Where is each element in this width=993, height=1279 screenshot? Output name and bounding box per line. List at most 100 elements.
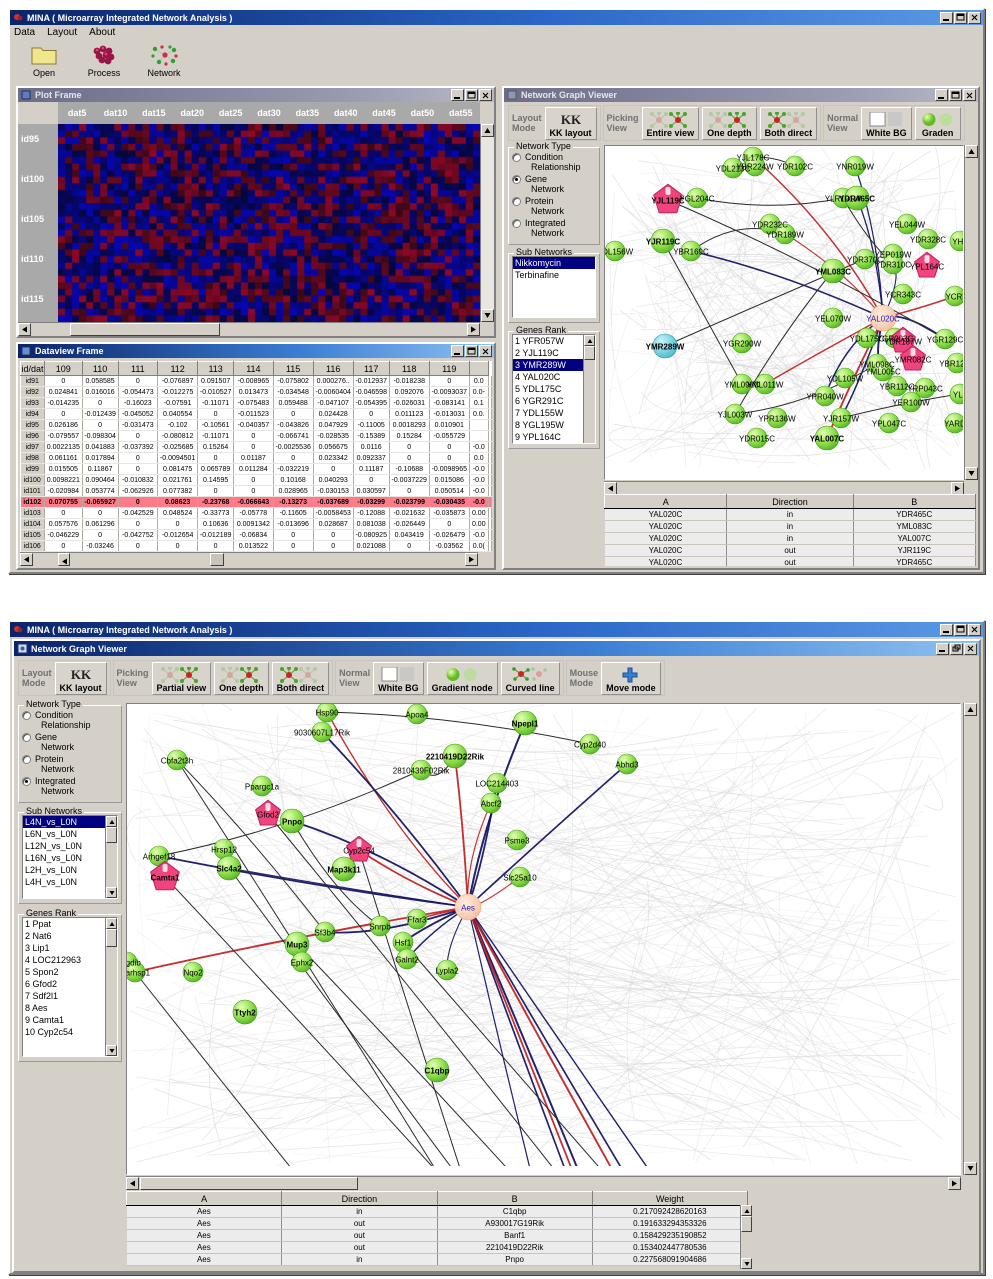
- ngv-bottom-vscroll-down[interactable]: [964, 1162, 977, 1175]
- dataview-cell[interactable]: 0: [118, 430, 159, 442]
- dataview-cell[interactable]: 0.021088: [353, 540, 390, 552]
- dataview-cell[interactable]: 0: [313, 529, 354, 541]
- dataview-row-label[interactable]: id96: [20, 430, 45, 442]
- table-row[interactable]: Aes in Pnpo 0.227568091904686: [126, 1253, 748, 1266]
- dataview-cell[interactable]: -0.013031: [429, 408, 470, 420]
- table-row[interactable]: id91 0 0.058585 0 -0.076897 0.091507 -0.008965…: [20, 375, 492, 387]
- sub-networks-thumb-bottom[interactable]: [106, 827, 117, 843]
- dataview-cell[interactable]: -0.026031: [389, 397, 430, 409]
- graph-node-label[interactable]: YAL007C: [810, 435, 844, 444]
- dataview-cell[interactable]: -0.0: [469, 529, 489, 541]
- dataview-cell[interactable]: -0.042529: [118, 507, 159, 519]
- dataview-cell[interactable]: 0.091507: [197, 375, 235, 387]
- graph-node-label[interactable]: YDR189W: [766, 231, 804, 240]
- dataview-cell[interactable]: 0: [197, 540, 235, 552]
- dataview-cell[interactable]: 0: [82, 397, 119, 409]
- heatmap-column-header[interactable]: dat25: [211, 108, 249, 118]
- heatmap-vertical-scrollbar[interactable]: [480, 124, 494, 322]
- edge-table-scroll-down-bottom[interactable]: [741, 1258, 752, 1269]
- graph-node-label[interactable]: YDL105W: [827, 375, 863, 384]
- toolbar-button-curved-line[interactable]: Curved line: [500, 661, 560, 695]
- table-row[interactable]: YAL020C in YDR465C: [604, 508, 976, 521]
- dataview-row-label[interactable]: id102: [20, 496, 45, 508]
- dataview-column-header[interactable]: 116: [312, 361, 354, 376]
- graph-node-label[interactable]: Hsp90: [315, 709, 338, 718]
- table-row[interactable]: Aes out Banf1 0.158429235190852: [126, 1229, 748, 1242]
- ngv-bottom-hscroll-thumb[interactable]: [140, 1177, 358, 1190]
- toolbar-button-both-direct[interactable]: Both direct: [759, 106, 818, 140]
- dataview-cell[interactable]: -0.083141: [429, 397, 470, 409]
- dataview-cell[interactable]: 0.077382: [157, 485, 199, 497]
- table-row[interactable]: id94 0 -0.012439 -0.045052 0.040554 0 -0.01152…: [20, 408, 492, 420]
- dataview-cell[interactable]: 0: [197, 408, 235, 420]
- dataview-cell[interactable]: -0.065927: [82, 496, 119, 508]
- dataview-cell[interactable]: -0.33773: [197, 507, 235, 519]
- dataview-cell[interactable]: -0.043826: [273, 419, 314, 431]
- dataview-cell[interactable]: -0.11605: [273, 507, 314, 519]
- dataview-cell[interactable]: 0: [82, 507, 119, 519]
- dataview-horizontal-scrollbar[interactable]: [20, 552, 478, 566]
- toolbar-button-graden[interactable]: Graden: [914, 106, 961, 140]
- dataview-row-label[interactable]: id103: [20, 507, 45, 519]
- graph-node-label[interactable]: Npepl1: [512, 720, 539, 729]
- sub-networks-listbox-top[interactable]: Nikkomycin Terbinafine: [512, 256, 596, 318]
- dataview-cell[interactable]: 0.061296: [82, 518, 119, 530]
- ngv-bottom-restore-button[interactable]: [950, 642, 963, 655]
- dataview-cell[interactable]: -0.008965: [233, 375, 274, 387]
- dataview-cell[interactable]: 0.15284: [389, 430, 430, 442]
- plot-minimize-button[interactable]: [451, 89, 464, 101]
- dataview-row-label[interactable]: id93: [20, 397, 45, 409]
- dataview-cell[interactable]: 0: [353, 408, 390, 420]
- heatmap-column-header[interactable]: dat15: [135, 108, 173, 118]
- dataview-scroll-left-button[interactable]: [20, 553, 33, 566]
- dataview-cell[interactable]: -0.03299: [353, 496, 390, 508]
- graph-node-label[interactable]: YDR310C: [875, 261, 911, 270]
- ngv-bottom-hscroll-left[interactable]: [126, 1177, 139, 1190]
- graph-node-label[interactable]: 9030607L17Rik: [294, 729, 350, 738]
- dataview-cell[interactable]: -0.11071: [197, 430, 235, 442]
- graph-node-label[interactable]: YCRI: [945, 293, 963, 302]
- table-row[interactable]: id95 0.026186 0 -0.031473 -0.102 -0.10561 -0.0…: [20, 419, 492, 431]
- graph-node-label[interactable]: YEP019W: [875, 251, 912, 260]
- graph-node-label[interactable]: YPL047C: [872, 420, 906, 429]
- table-row[interactable]: id93 -0.014235 0 -0.16023 -0.07591 -0.11071 -0…: [20, 397, 492, 409]
- list-item[interactable]: 4 LOC212963: [23, 954, 117, 966]
- dataview-row-label[interactable]: id99: [20, 463, 45, 475]
- ngv-bottom-edge-table-vscroll[interactable]: [740, 1205, 752, 1269]
- heatmap-canvas-container[interactable]: [58, 124, 480, 322]
- ngv-top-minimize-button[interactable]: [935, 89, 948, 101]
- ngv-top-maximize-button[interactable]: [949, 89, 962, 101]
- dataview-cell[interactable]: 0.010901: [429, 419, 470, 431]
- dataview-cell[interactable]: -0.23768: [197, 496, 235, 508]
- dataview-cell[interactable]: -0.05778: [233, 507, 274, 519]
- radio-option-protein[interactable]: Protein Network: [512, 196, 596, 216]
- graph-node-label[interactable]: YMR289W: [646, 343, 685, 352]
- ngv-bottom-edge-table-wrap[interactable]: A Direction B Weight Aes in C1qbp 0.21709242862…: [126, 1191, 748, 1269]
- graph-node-label[interactable]: YBR112C: [880, 383, 915, 392]
- graph-node-label[interactable]: YJL119C: [651, 197, 684, 206]
- plot-frame-titlebar[interactable]: Plot Frame: [18, 88, 494, 102]
- dataview-close-button[interactable]: [479, 345, 492, 357]
- edge-table-column-header[interactable]: A: [604, 494, 728, 509]
- radio-button-icon[interactable]: [512, 153, 521, 162]
- dataview-cell[interactable]: 0.0098221: [44, 474, 83, 486]
- graph-node-label[interactable]: YML083C: [815, 268, 851, 277]
- dataview-cell[interactable]: 0: [389, 485, 430, 497]
- list-item[interactable]: L12N_vs_L0N: [23, 840, 117, 852]
- dataview-column-header[interactable]: 113: [197, 361, 235, 376]
- dataview-cell[interactable]: 0.047929: [313, 419, 354, 431]
- dataview-cell[interactable]: 0.030597: [353, 485, 390, 497]
- ngv-bottom-vscroll-up[interactable]: [964, 703, 977, 716]
- dataview-cell[interactable]: -0.079557: [44, 430, 83, 442]
- graph-node-label[interactable]: YPR040W: [806, 393, 843, 402]
- dataview-cell[interactable]: -0.013696: [273, 518, 314, 530]
- dataview-cell[interactable]: 0: [429, 375, 470, 387]
- graph-node-label[interactable]: YDR015C: [739, 435, 775, 444]
- dataview-cell[interactable]: -0.030153: [313, 485, 354, 497]
- heatmap-row-header[interactable]: id110: [21, 254, 44, 264]
- dataview-row-label[interactable]: id92: [20, 386, 45, 398]
- dataview-cell[interactable]: 0.059488: [273, 397, 314, 409]
- dataview-cell[interactable]: 0.0(: [469, 540, 489, 552]
- graph-node-label[interactable]: Abcf2: [481, 800, 501, 809]
- graph-node-label[interactable]: 2810439F02Rik: [393, 767, 449, 776]
